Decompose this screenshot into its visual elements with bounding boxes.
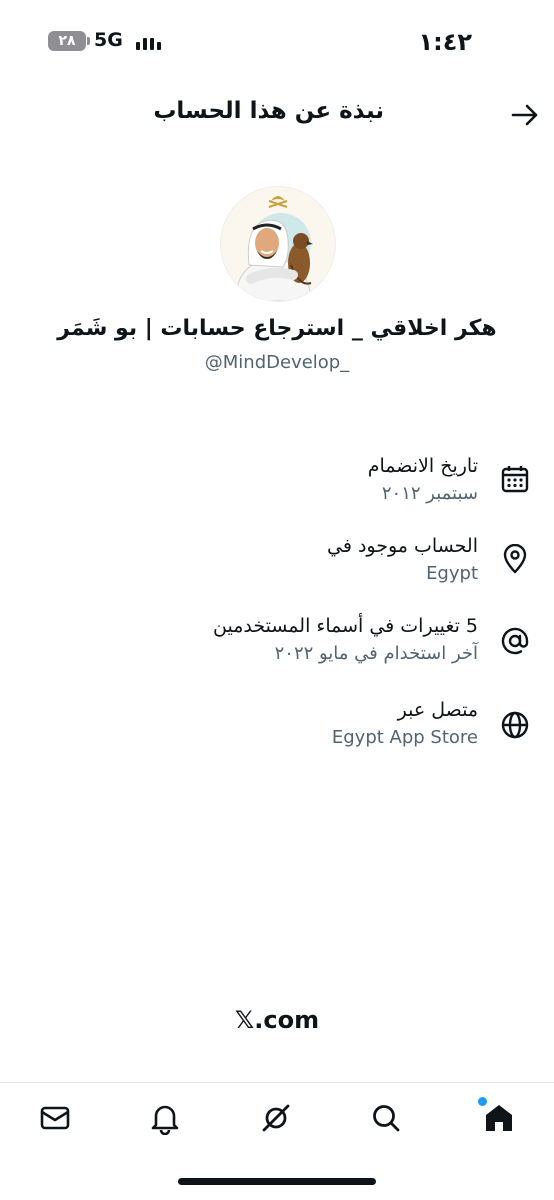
info-value: Egypt <box>426 563 478 584</box>
battery-level: ٢٨ <box>58 33 76 49</box>
info-label: الحساب موجود في <box>327 535 478 557</box>
info-value: Egypt App Store <box>331 727 478 748</box>
grok-icon[interactable] <box>259 1101 293 1135</box>
globe-icon <box>501 711 529 739</box>
status-bar: ٢٨ 5G ١:٤٢ <box>0 0 554 84</box>
info-row-join-date: تاريخ الانضمام سبتمبر ٢٠١٢ <box>0 452 554 516</box>
info-row-username-changes: 5 تغييرات في أسماء المستخدمين آخر استخدا… <box>0 612 554 676</box>
info-text: متصل عبر Egypt App Store <box>332 696 478 752</box>
info-value: سبتمبر ٢٠١٢ <box>381 483 478 504</box>
info-label: متصل عبر <box>397 699 478 721</box>
at-sign-icon <box>501 627 529 655</box>
page-title: نبذة عن هذا الحساب <box>153 98 384 124</box>
info-label: 5 تغييرات في أسماء المستخدمين <box>213 615 478 637</box>
home-icon <box>486 1105 512 1131</box>
info-row-location: الحساب موجود في Egypt <box>0 532 554 596</box>
network-type: 5G <box>94 29 123 51</box>
search-icon[interactable] <box>369 1101 403 1135</box>
mail-icon[interactable] <box>38 1101 72 1135</box>
calendar-icon <box>501 466 529 493</box>
display-name: هكر اخلاقي _ استرجاع حسابات | بو شَمَر <box>57 316 497 341</box>
info-text: تاريخ الانضمام سبتمبر ٢٠١٢ <box>368 452 478 508</box>
info-value: آخر استخدام في مايو ٢٠٢٢ <box>274 643 478 664</box>
avatar <box>220 186 336 302</box>
info-text: 5 تغييرات في أسماء المستخدمين آخر استخدا… <box>213 612 478 668</box>
home-nav-item[interactable] <box>478 1097 516 1135</box>
clock: ١:٤٢ <box>418 28 472 56</box>
bell-icon[interactable] <box>148 1101 182 1135</box>
info-row-connected-via: متصل عبر Egypt App Store <box>0 696 554 760</box>
home-indicator <box>178 1178 376 1185</box>
about-account-screen: ٢٨ 5G ١:٤٢ نبذة عن هذا الحساب هكر اخلاقي… <box>0 0 554 1200</box>
info-text: الحساب موجود في Egypt <box>327 532 478 588</box>
arrow-right-icon[interactable] <box>510 100 540 130</box>
signal-strength-icon <box>136 38 161 50</box>
profile-handle: @MindDevelop_ <box>204 352 350 373</box>
x-com-logo: 𝕏.com <box>234 1006 320 1034</box>
avatar-illustration <box>221 187 335 301</box>
battery-indicator: ٢٨ <box>48 31 90 51</box>
info-label: تاريخ الانضمام <box>367 455 478 477</box>
location-pin-icon <box>503 544 527 574</box>
page-header: نبذة عن هذا الحساب <box>0 86 554 142</box>
notification-dot <box>478 1097 487 1106</box>
